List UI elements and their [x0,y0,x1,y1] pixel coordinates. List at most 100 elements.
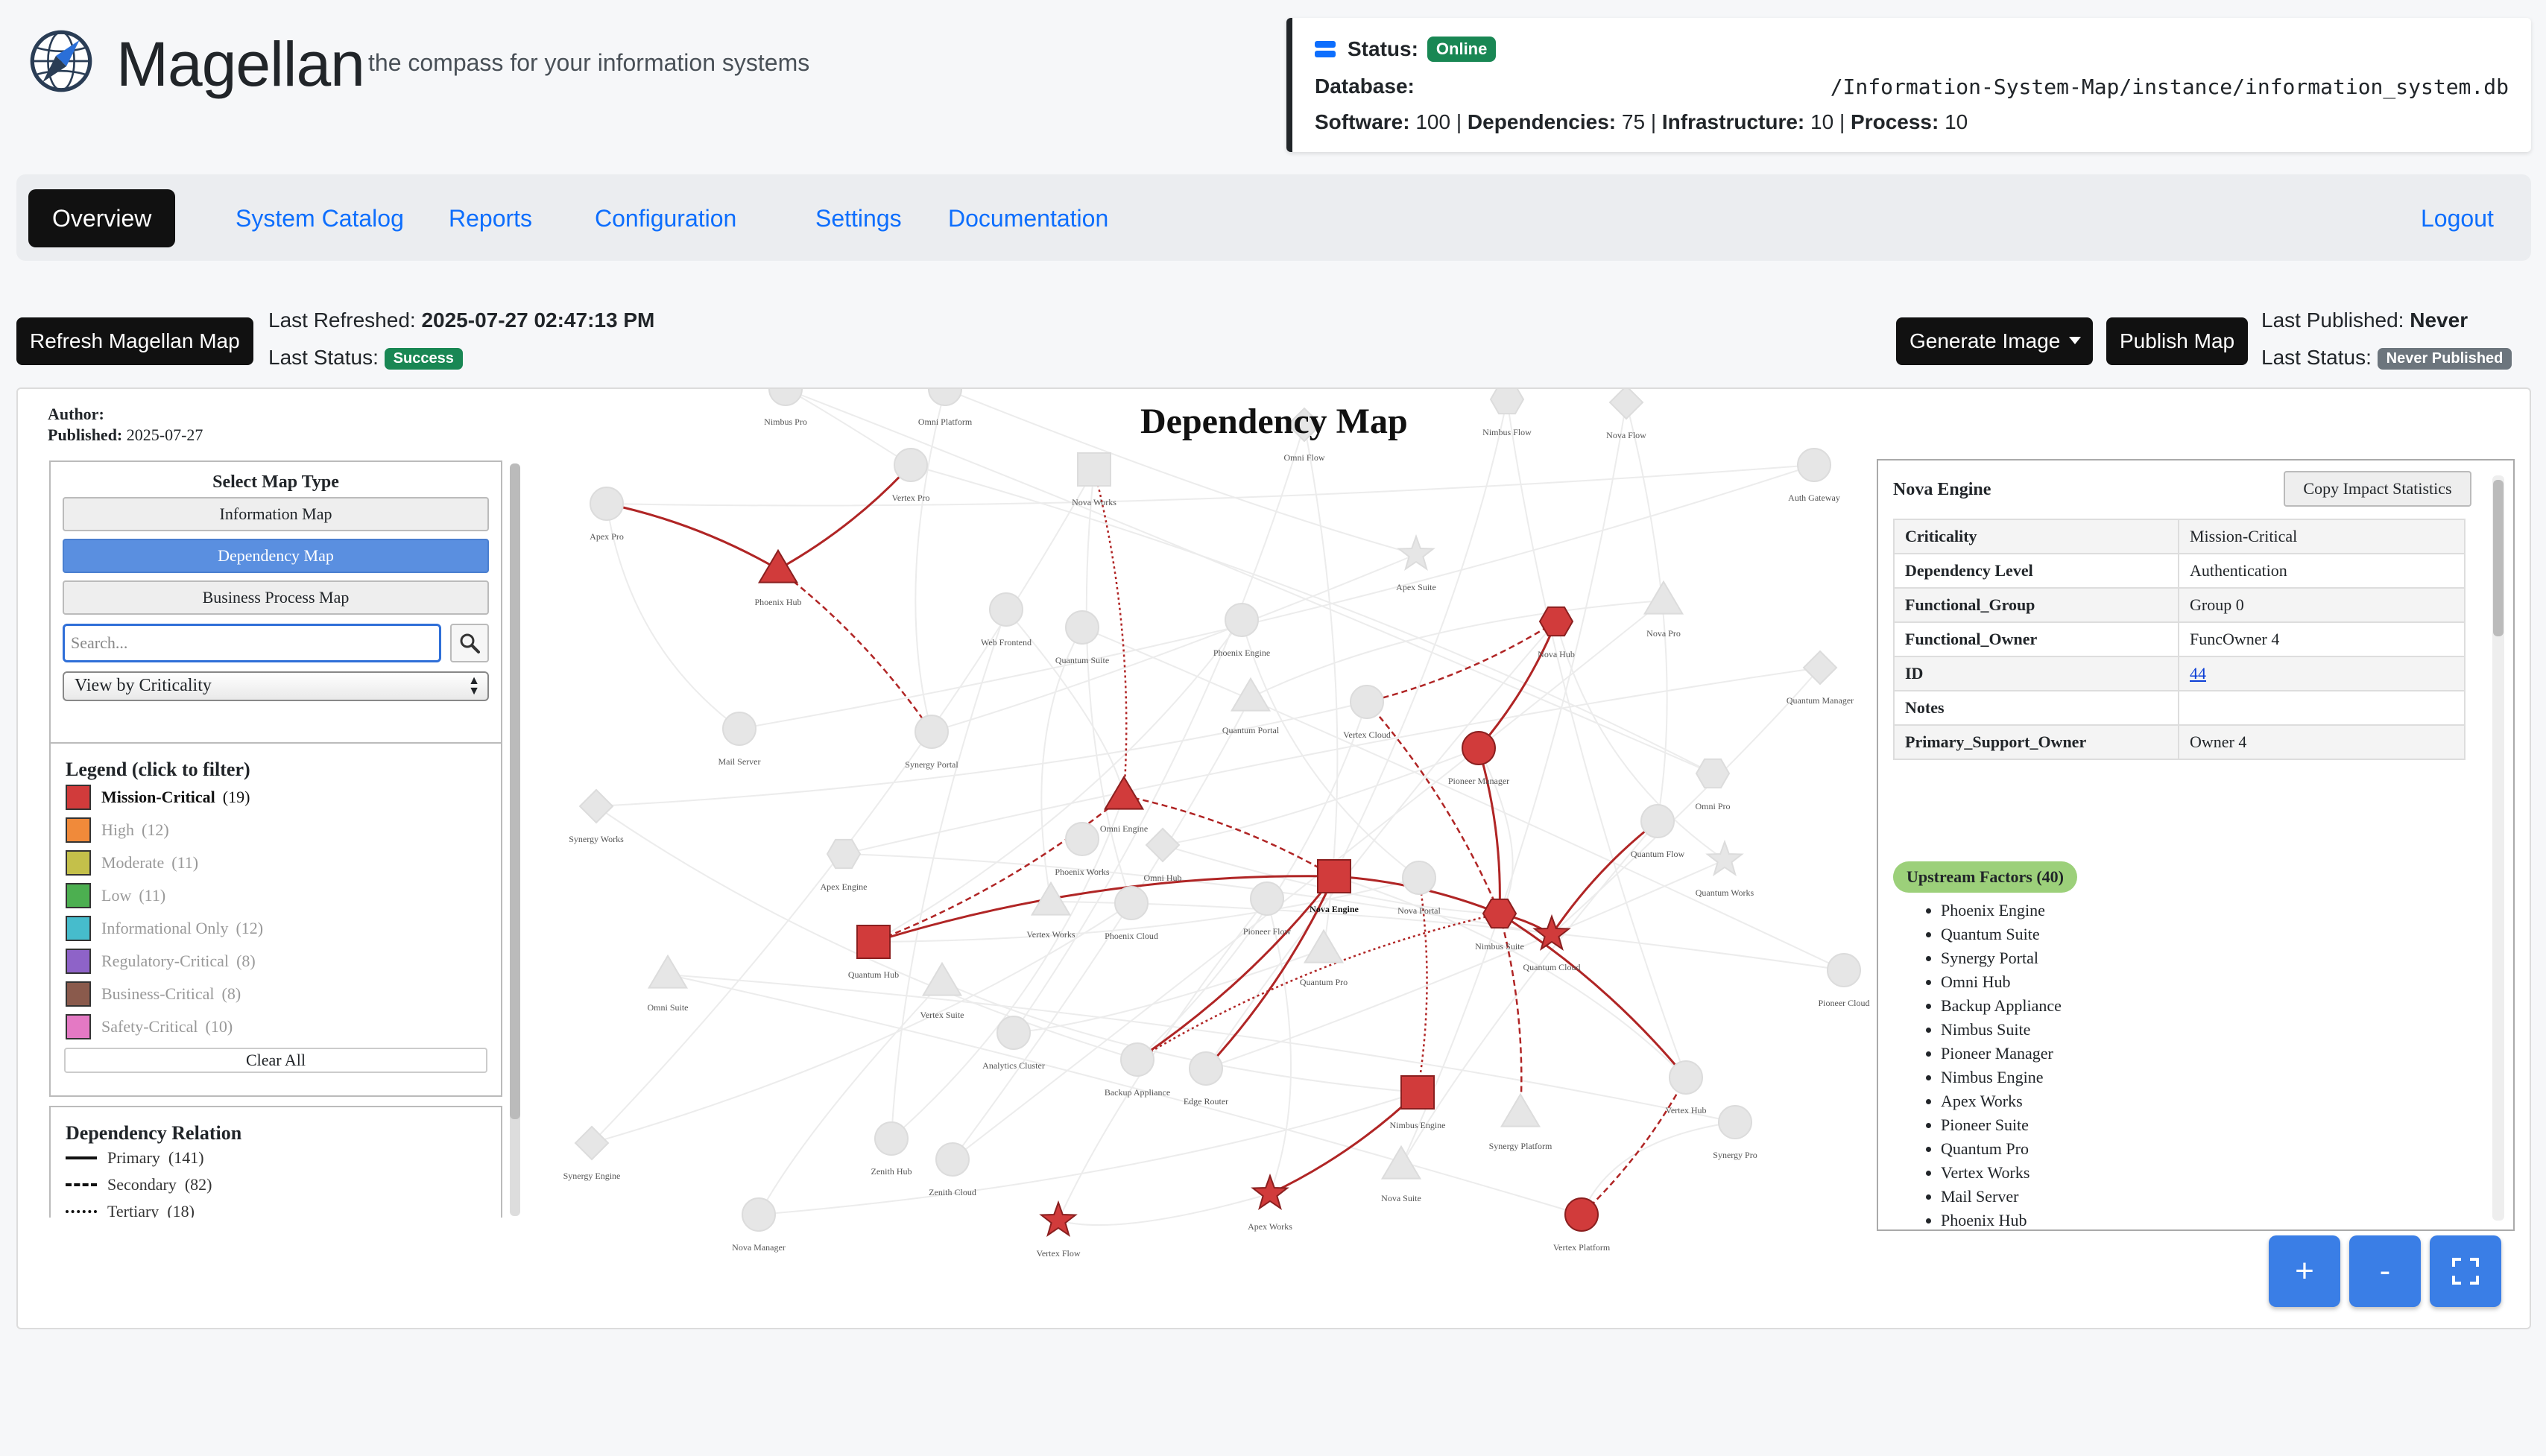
map-canvas[interactable]: Nimbus Pro Omni Platform Apex Pro Vertex Pr… [16,387,2531,1329]
node-mail-server[interactable]: Mail Server [718,712,761,767]
nav-configuration[interactable]: Configuration [571,189,760,247]
node-shape[interactable] [1797,448,1831,482]
node-omni-platform[interactable]: Omni Platform [918,389,973,427]
node-shape[interactable] [1482,898,1517,929]
upstream-item[interactable]: Phoenix Engine [1941,899,2062,922]
node-shape[interactable] [1705,839,1744,876]
node-shape[interactable] [1030,881,1072,916]
legend-item-moderate[interactable]: Moderate (11) [66,846,501,879]
upstream-item[interactable]: Apex Works [1941,1089,2062,1113]
node-quantum-flow[interactable]: Quantum Flow [1631,804,1685,859]
node-synergy-portal[interactable]: Synergy Portal [905,715,958,770]
upstream-item[interactable]: Pioneer Manager [1941,1042,2062,1066]
node-pioneer-flow[interactable]: Pioneer Flow [1243,881,1292,937]
node-zenith-hub[interactable]: Zenith Hub [871,1121,912,1177]
controls-scrollbar[interactable] [510,463,520,1216]
edge-nova-hub-to-pioneer-manager[interactable] [1477,621,1558,749]
details-scrollbar[interactable] [2492,475,2504,1221]
node-nova-portal[interactable]: Nova Portal [1397,861,1441,916]
node-shape[interactable] [935,1142,970,1177]
node-vertex-works[interactable]: Vertex Works [1026,881,1075,940]
node-nova-manager[interactable]: Nova Manager [732,1197,786,1253]
node-shape[interactable] [1103,775,1145,810]
node-apex-pro[interactable]: Apex Pro [590,487,624,542]
edge-quantum-cloud-to-quantum-flow[interactable] [1550,820,1658,935]
node-apex-works[interactable]: Apex Works [1248,1173,1292,1232]
node-omni-pro[interactable]: Omni Pro [1695,758,1731,811]
legend-item-safety-critical[interactable]: Safety-Critical (10) [66,1010,501,1043]
node-vertex-flow[interactable]: Vertex Flow [1037,1200,1081,1259]
node-shape[interactable] [647,954,689,989]
node-shape[interactable] [1462,731,1496,765]
node-vertex-suite[interactable]: Vertex Suite [920,961,964,1020]
node-quantum-works[interactable]: Quantum Works [1696,839,1754,898]
node-shape[interactable] [1250,881,1284,916]
node-shape[interactable] [1400,1075,1435,1110]
node-shape[interactable] [1802,650,1838,686]
node-apex-suite[interactable]: Apex Suite [1396,534,1436,592]
node-apex-engine[interactable]: Apex Engine [821,838,868,892]
edge-vertex-pro-to-phoenix-hub[interactable] [777,463,912,571]
node-quantum-portal[interactable]: Quantum Portal [1222,677,1280,735]
fullscreen-button[interactable] [2430,1235,2501,1307]
node-shape[interactable] [1350,685,1384,719]
node-nova-flow[interactable]: Nova Flow [1606,389,1646,440]
node-shape[interactable] [915,715,949,749]
node-backup-appliance[interactable]: Backup Appliance [1105,1042,1170,1098]
upstream-item[interactable]: Omni Hub [1941,970,2062,994]
legend-item-mission-critical[interactable]: Mission-Critical (19) [66,781,501,814]
node-shape[interactable] [1077,452,1111,487]
search-input[interactable]: Search... [63,624,441,662]
node-omni-suite[interactable]: Omni Suite [647,954,689,1013]
node-synergy-platform[interactable]: Synergy Platform [1489,1092,1552,1151]
nav-reports[interactable]: Reports [425,189,556,247]
node-shape[interactable] [1402,861,1436,895]
node-shape[interactable] [921,961,963,996]
node-shape[interactable] [1114,886,1149,920]
node-synergy-pro[interactable]: Synergy Pro [1713,1105,1757,1160]
node-edge-router[interactable]: Edge Router [1184,1051,1228,1107]
node-vertex-cloud[interactable]: Vertex Cloud [1343,685,1391,740]
search-button[interactable] [450,624,489,662]
business-process-map-button[interactable]: Business Process Map [63,580,489,615]
node-nimbus-engine[interactable]: Nimbus Engine [1390,1075,1446,1130]
nav-overview[interactable]: Overview [28,189,176,247]
node-shape[interactable] [826,838,862,870]
upstream-item[interactable]: Synergy Portal [1941,946,2062,970]
node-shape[interactable] [768,389,803,406]
node-shape[interactable] [1317,859,1351,893]
nav-system-catalog[interactable]: System Catalog [212,189,428,247]
node-shape[interactable] [1251,1173,1289,1210]
upstream-item[interactable]: Vertex Works [1941,1161,2062,1185]
node-nova-pro[interactable]: Nova Pro [1643,580,1684,639]
node-shape[interactable] [757,548,799,583]
node-shape[interactable] [1640,804,1675,838]
upstream-item[interactable]: Nimbus Suite [1941,1018,2062,1042]
zoom-in-button[interactable]: + [2269,1235,2340,1307]
information-map-button[interactable]: Information Map [63,497,489,531]
node-shape[interactable] [1303,928,1345,963]
upstream-item[interactable]: Mail Server [1941,1185,2062,1209]
node-shape[interactable] [1669,1060,1703,1095]
zoom-out-button[interactable]: - [2349,1235,2421,1307]
node-shape[interactable] [1065,610,1099,645]
generate-image-dropdown[interactable]: Generate Image [1896,317,2094,365]
legend-item-high[interactable]: High (12) [66,814,501,846]
node-omni-hub[interactable]: Omni Hub [1144,827,1182,883]
node-shape[interactable] [590,487,624,521]
node-zenith-cloud[interactable]: Zenith Cloud [929,1142,976,1197]
copy-impact-statistics-button[interactable]: Copy Impact Statistics [2284,471,2471,507]
node-shape[interactable] [1489,389,1525,415]
node-vertex-platform[interactable]: Vertex Platform [1553,1197,1611,1253]
node-shape[interactable] [742,1197,776,1232]
node-shape[interactable] [928,389,962,406]
publish-map-button[interactable]: Publish Map [2106,317,2249,365]
node-shape[interactable] [996,1016,1031,1050]
view-by-select[interactable]: View by Criticality ▲ ▼ [63,671,489,701]
node-shape[interactable] [1643,580,1684,615]
id-link[interactable]: 44 [2190,664,2206,683]
node-shape[interactable] [1564,1197,1599,1232]
controls-scrollbar-thumb[interactable] [510,463,520,1119]
legend-item-informational-only[interactable]: Informational Only (12) [66,912,501,945]
edge-vertex-hub-to-vertex-platform[interactable] [1581,1077,1687,1215]
